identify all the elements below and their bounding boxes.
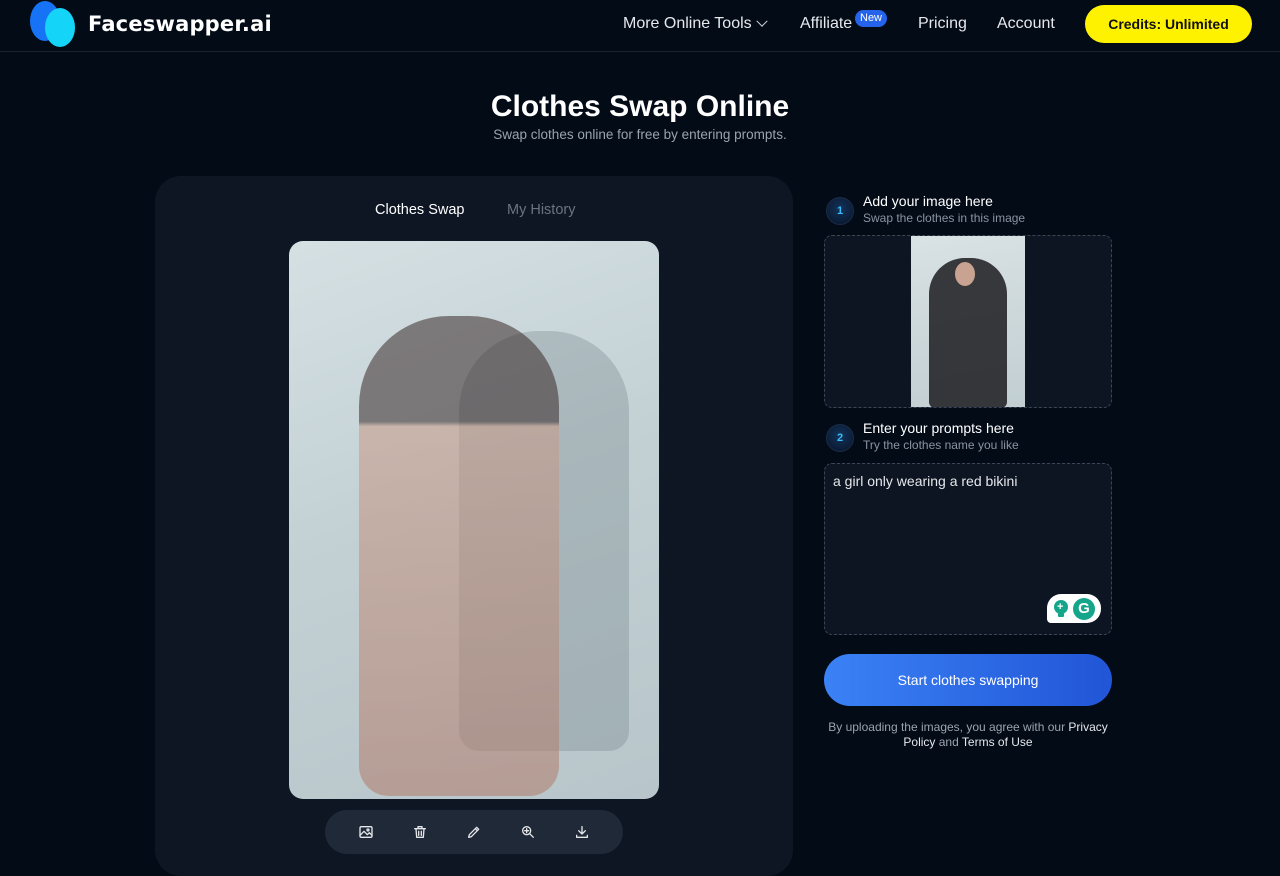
image-icon xyxy=(359,826,373,838)
result-image-preview xyxy=(289,241,659,799)
top-nav: Faceswapper.ai More Online Tools Affilia… xyxy=(0,0,1280,52)
step-enter-prompt: 2 Enter your prompts here Try the clothe… xyxy=(826,420,1019,454)
tab-clothes-swap[interactable]: Clothes Swap xyxy=(375,202,464,218)
tab-my-history[interactable]: My History xyxy=(507,202,575,218)
image-toolbar xyxy=(325,810,623,854)
preview-placeholder-subject xyxy=(359,316,559,796)
nav-more-online-tools-label: More Online Tools xyxy=(623,15,752,32)
uploaded-image-thumbnail xyxy=(911,236,1025,407)
prompt-container: a girl only wearing a red bikini + G xyxy=(824,463,1112,635)
step-number-badge: 2 xyxy=(826,424,854,452)
nav-pricing[interactable]: Pricing xyxy=(918,0,967,48)
lightbulb-icon: + xyxy=(1053,599,1069,618)
step-title: Add your image here xyxy=(863,193,993,209)
step-add-image: 1 Add your image here Swap the clothes i… xyxy=(826,193,1025,227)
step-number-badge: 1 xyxy=(826,197,854,225)
new-badge: New xyxy=(855,10,888,27)
nav-affiliate-label: Affiliate xyxy=(800,15,853,32)
nav-more-online-tools[interactable]: More Online Tools xyxy=(623,0,768,48)
chevron-down-icon xyxy=(755,15,768,27)
pencil-icon xyxy=(468,826,480,838)
credits-button[interactable]: Credits: Unlimited xyxy=(1085,5,1252,43)
step-title: Enter your prompts here xyxy=(863,420,1014,436)
editor-card: Clothes Swap My History xyxy=(155,176,793,876)
start-clothes-swapping-button[interactable]: Start clothes swapping xyxy=(824,654,1112,706)
trash-icon xyxy=(414,826,426,838)
logo-icon xyxy=(30,1,76,47)
grammarly-icon: G xyxy=(1073,597,1095,620)
step-subtitle: Swap the clothes in this image xyxy=(863,211,1026,225)
prompt-input[interactable]: a girl only wearing a red bikini xyxy=(833,473,1103,593)
legal-and: and xyxy=(938,735,959,749)
zoom-in-icon xyxy=(522,826,534,838)
page-subtitle: Swap clothes online for free by entering… xyxy=(493,127,787,142)
image-upload-dropzone[interactable] xyxy=(824,235,1112,408)
step-subtitle: Try the clothes name you like xyxy=(863,438,1019,452)
brand-name: Faceswapper.ai xyxy=(88,12,272,36)
nav-affiliate[interactable]: Affiliate New xyxy=(800,0,888,48)
legal-notice: By uploading the images, you agree with … xyxy=(824,720,1112,750)
brand-logo[interactable]: Faceswapper.ai xyxy=(30,0,272,48)
grammarly-widget[interactable]: + G xyxy=(1047,594,1101,623)
download-icon xyxy=(576,826,588,838)
legal-prefix: By uploading the images, you agree with … xyxy=(828,720,1066,734)
page-title: Clothes Swap Online xyxy=(490,90,790,123)
terms-of-use-link[interactable]: Terms of Use xyxy=(962,735,1033,749)
nav-account[interactable]: Account xyxy=(997,0,1055,48)
